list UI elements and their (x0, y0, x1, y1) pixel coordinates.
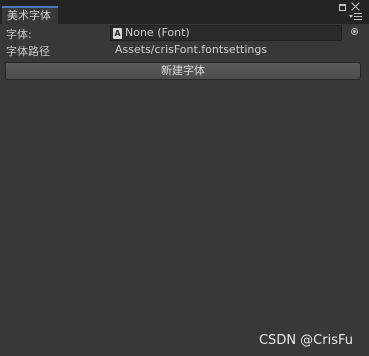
menu-icon[interactable] (349, 13, 363, 21)
font-field-value: None (Font) (125, 26, 190, 39)
font-object-field[interactable]: A None (Font) (110, 25, 342, 41)
tab-art-font[interactable]: 美术字体 (2, 6, 58, 24)
font-icon: A (113, 27, 122, 39)
unity-editor-window: 美术字体 字体: A None (Font) 字体路径 Assets/crisF… (0, 0, 369, 356)
close-icon[interactable] (350, 1, 361, 12)
create-font-button[interactable]: 新建字体 (5, 62, 361, 80)
font-path-field[interactable]: Assets/crisFont.fontsettings (110, 43, 361, 59)
watermark: CSDN @CrisFu (258, 333, 353, 348)
maximize-icon[interactable] (339, 4, 346, 11)
tab-bar: 美术字体 (0, 0, 369, 24)
font-path-label: 字体路径 (6, 45, 50, 58)
window-controls (337, 1, 363, 23)
font-label: 字体: (6, 28, 32, 41)
object-picker-icon[interactable] (351, 28, 358, 35)
